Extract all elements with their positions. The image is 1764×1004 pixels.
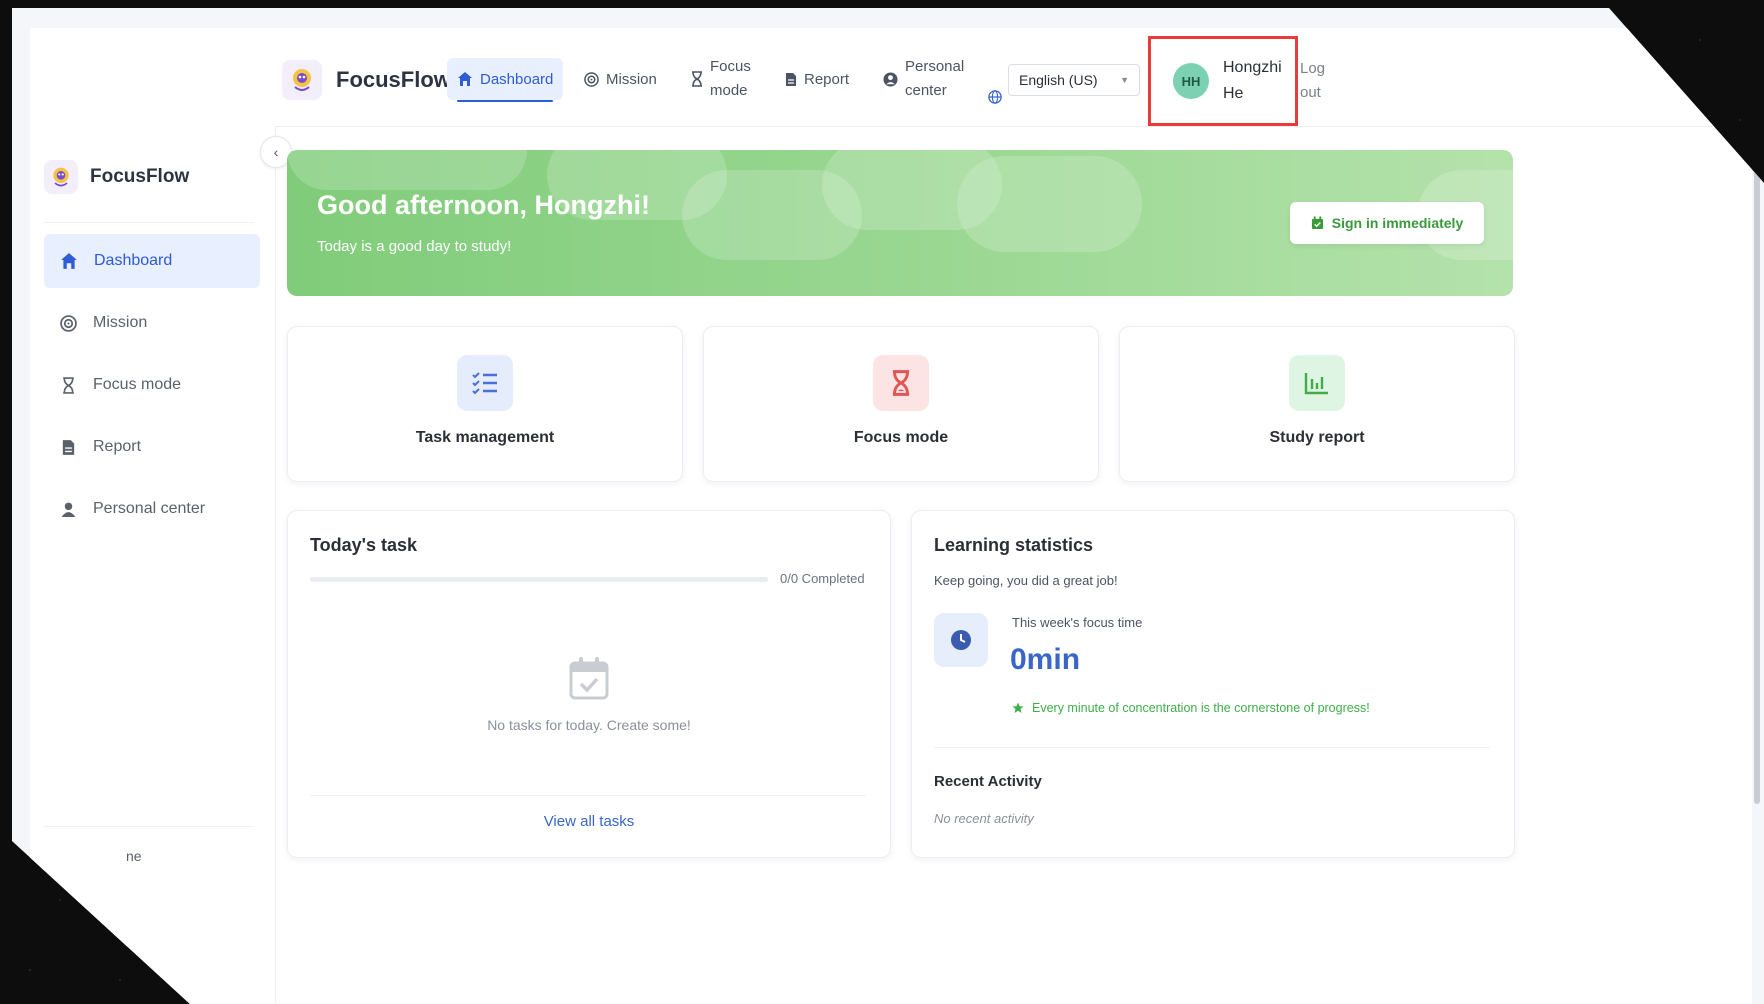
sidebar-item-label: Report — [93, 438, 142, 455]
card-label: Focus mode — [853, 429, 949, 446]
greeting-title: Good afternoon, Hongzhi! — [317, 190, 650, 220]
nav-mission-label: Mission — [606, 70, 657, 88]
sidebar-divider — [44, 222, 254, 223]
checklist-icon — [457, 355, 513, 411]
panel-divider — [310, 795, 866, 796]
nav-focus-mode[interactable]: Focus mode — [691, 58, 754, 100]
brand-name: FocusFlow — [336, 67, 451, 92]
clock-icon — [934, 613, 988, 667]
language-value: English (US) — [1019, 72, 1098, 88]
recent-activity-empty: No recent activity — [934, 811, 1034, 826]
chevron-left-icon: ‹ — [273, 144, 279, 160]
nav-dashboard[interactable]: Dashboard — [447, 58, 564, 102]
logo-icon — [282, 60, 322, 100]
banner-decor — [957, 156, 1142, 252]
user-profile[interactable]: HH Hongzhi He — [1148, 36, 1298, 126]
motivation-tip: Every minute of concentration is the cor… — [1012, 701, 1370, 715]
language-select[interactable]: English (US) ▼ — [1008, 64, 1140, 96]
panel-title: Today's task — [310, 535, 417, 555]
learning-statistics-panel: Learning statistics Keep going, you did … — [911, 510, 1515, 858]
sidebar-item-label: Personal center — [93, 500, 206, 517]
logout-link[interactable]: Log out — [1300, 57, 1336, 105]
calendar-check-icon — [568, 655, 610, 706]
todays-task-panel: Today's task 0/0 Completed No tasks for … — [287, 510, 891, 858]
card-focus-mode[interactable]: Focus mode — [703, 326, 1099, 482]
caret-down-icon: ▼ — [1120, 75, 1129, 85]
nav-personal-center[interactable]: Personal center — [883, 58, 965, 100]
motivation-tip-text: Every minute of concentration is the cor… — [1032, 701, 1370, 715]
empty-tasks-text: No tasks for today. Create some! — [487, 717, 691, 733]
home-icon — [61, 253, 77, 269]
sidebar: FocusFlow ‹ Dashboard Mission Focus mode… — [30, 126, 292, 1004]
hourglass-icon — [873, 355, 929, 411]
sidebar-item-report[interactable]: Report — [44, 420, 260, 474]
sidebar-item-label: Dashboard — [94, 252, 173, 269]
sidebar-item-dashboard[interactable]: Dashboard — [44, 234, 260, 288]
view-all-tasks-link[interactable]: View all tasks — [288, 813, 890, 830]
user-name: Hongzhi He — [1223, 59, 1282, 102]
target-icon — [60, 314, 77, 332]
home-icon — [458, 72, 472, 86]
nav-personal-center-label: Personal center — [905, 58, 965, 99]
nav-dashboard-label: Dashboard — [480, 70, 554, 88]
top-navbar: FocusFlow Dashboard Mission Focus mode R… — [30, 28, 1752, 127]
task-progress-bar — [310, 577, 768, 582]
sidebar-item-personal-center[interactable]: Personal center — [44, 482, 260, 536]
nav-focus-mode-label: Focus mode — [710, 58, 751, 99]
target-icon — [584, 71, 599, 87]
sign-in-label: Sign in immediately — [1331, 215, 1464, 231]
sidebar-footer-text: ne — [126, 848, 142, 864]
card-study-report[interactable]: Study report — [1119, 326, 1515, 482]
task-progress-label: 0/0 Completed — [780, 571, 865, 586]
card-label: Task management — [415, 429, 555, 446]
nav-report-label: Report — [804, 70, 850, 88]
card-label: Study report — [1269, 429, 1365, 446]
focus-time-value: 0min — [1010, 643, 1081, 676]
panel-title: Learning statistics — [934, 535, 1094, 555]
page-scrollbar[interactable] — [1754, 168, 1760, 804]
sign-in-button[interactable]: Sign in immediately — [1290, 202, 1484, 244]
hourglass-icon — [63, 376, 74, 394]
recent-activity-title: Recent Activity — [934, 773, 1042, 790]
sidebar-item-label: Mission — [93, 314, 148, 331]
welcome-banner: Good afternoon, Hongzhi! Today is a good… — [287, 150, 1513, 296]
sidebar-item-mission[interactable]: Mission — [44, 296, 260, 350]
sidebar-brand-name: FocusFlow — [90, 166, 190, 187]
hourglass-icon — [692, 71, 702, 87]
star-icon — [1012, 702, 1024, 713]
document-icon — [786, 72, 796, 86]
document-icon — [62, 439, 75, 455]
logo-icon — [44, 160, 78, 194]
greeting-subtitle: Today is a good day to study! — [317, 238, 512, 255]
user-circle-icon — [883, 71, 898, 87]
sidebar-footer-divider — [44, 826, 254, 827]
app-window: FocusFlow Dashboard Mission Focus mode R… — [30, 28, 1752, 1004]
card-task-management[interactable]: Task management — [287, 326, 683, 482]
panel-divider — [934, 747, 1490, 748]
top-brand[interactable]: FocusFlow — [282, 60, 451, 100]
avatar: HH — [1173, 63, 1209, 99]
calendar-check-icon — [1311, 216, 1323, 230]
chart-icon — [1289, 355, 1345, 411]
nav-mission[interactable]: Mission — [584, 58, 657, 100]
stats-subtitle: Keep going, you did a great job! — [934, 573, 1118, 588]
banner-decor — [287, 150, 527, 190]
sidebar-item-focus-mode[interactable]: Focus mode — [44, 358, 260, 412]
user-icon — [61, 502, 76, 517]
sidebar-item-label: Focus mode — [93, 376, 182, 393]
globe-icon — [988, 90, 1002, 104]
nav-report[interactable]: Report — [785, 58, 849, 100]
screenshot-frame: FocusFlow Dashboard Mission Focus mode R… — [12, 8, 1764, 1004]
sidebar-brand[interactable]: FocusFlow — [44, 160, 189, 194]
focus-time-label: This week's focus time — [1012, 615, 1143, 630]
